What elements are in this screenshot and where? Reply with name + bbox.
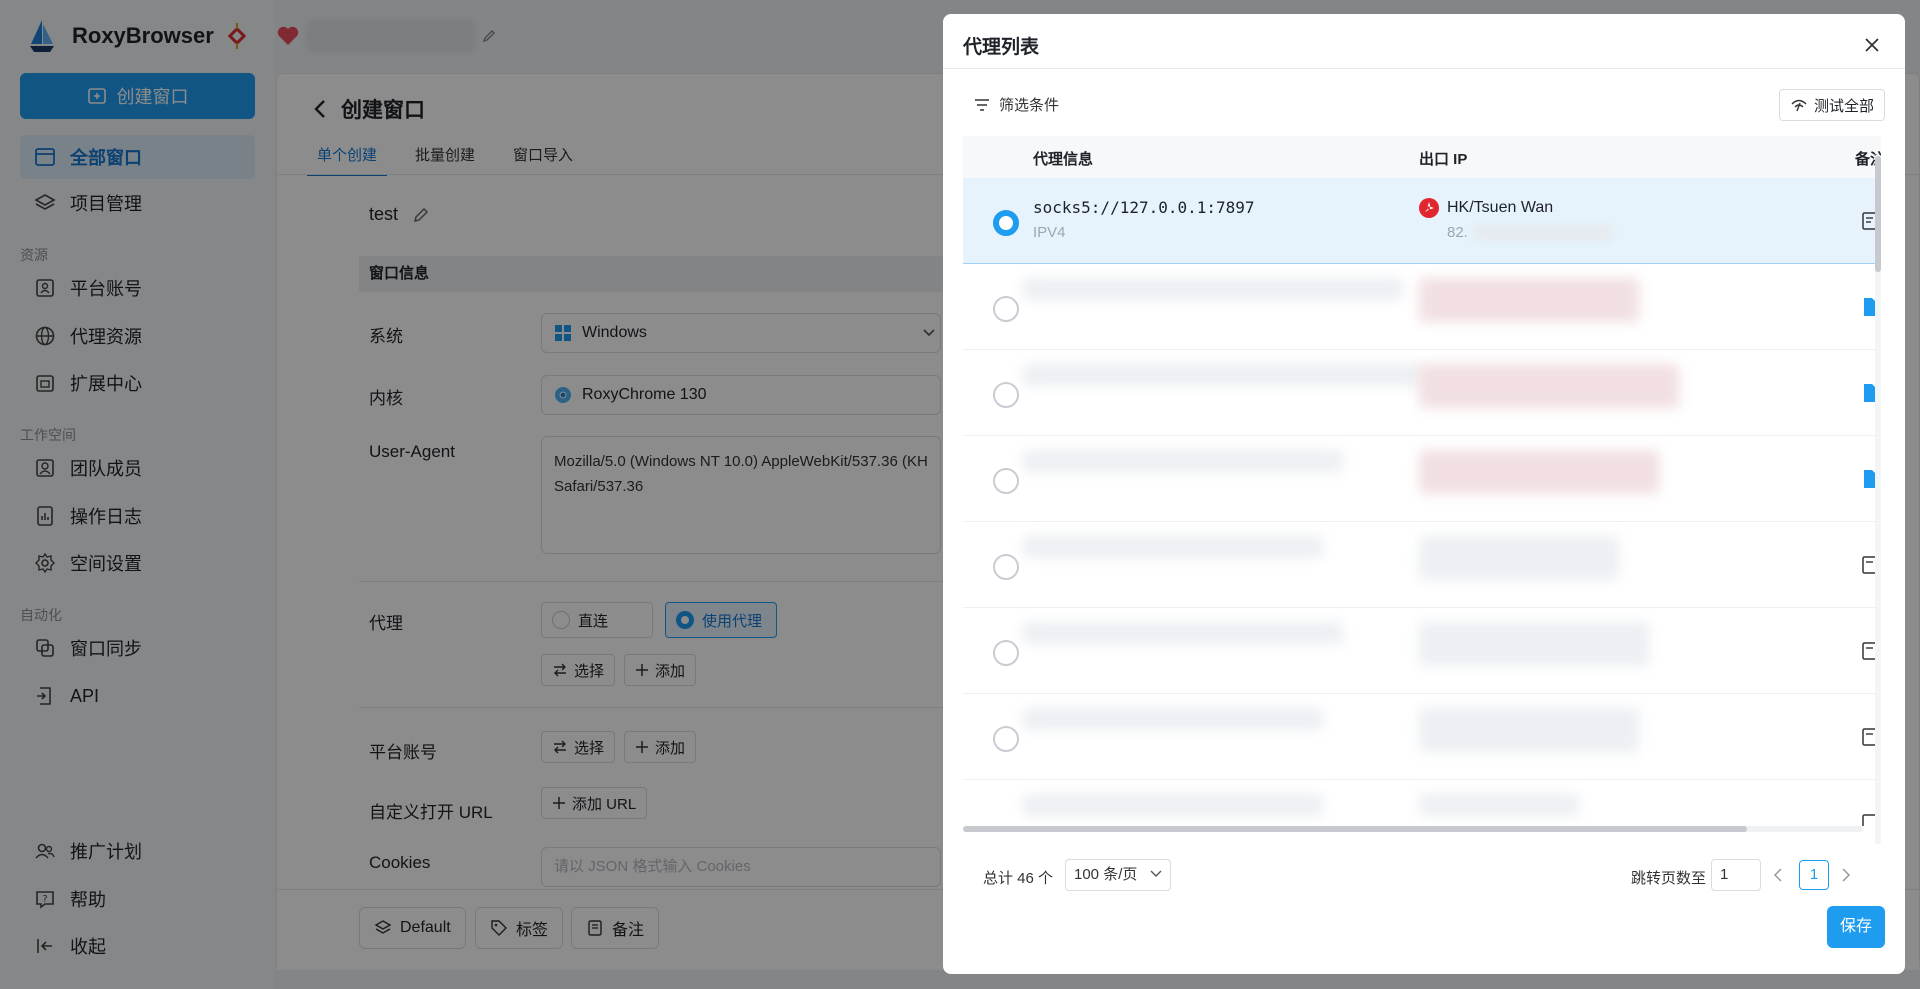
close-icon[interactable] — [1861, 34, 1883, 56]
blurred-content — [1419, 708, 1639, 752]
row-radio[interactable] — [993, 210, 1019, 236]
blurred-content — [1419, 622, 1649, 666]
chevron-left-icon[interactable] — [1773, 868, 1783, 882]
row-radio[interactable] — [993, 640, 1019, 666]
chevron-down-icon — [1150, 870, 1162, 877]
row-radio[interactable] — [993, 726, 1019, 752]
page-number-current[interactable]: 1 — [1799, 860, 1829, 890]
column-exit-ip: 出口 IP — [1419, 151, 1468, 168]
save-button[interactable]: 保存 — [1827, 906, 1885, 948]
blurred-content — [1419, 450, 1659, 494]
modal-header-divider — [943, 68, 1905, 69]
pagination: 总计 46 个 100 条/页 跳转页数至 1 1 — [983, 859, 1883, 893]
proxy-type: IPV4 — [1033, 224, 1066, 241]
table-row[interactable] — [963, 350, 1881, 436]
table-row[interactable] — [963, 522, 1881, 608]
blurred-content — [1419, 364, 1679, 408]
wifi-test-icon — [1791, 99, 1807, 112]
blurred-content — [1023, 708, 1323, 730]
table-row[interactable] — [963, 264, 1881, 350]
exit-location: HK/Tsuen Wan — [1447, 199, 1554, 216]
blurred-content — [1023, 536, 1323, 558]
blurred-content — [1023, 450, 1343, 472]
total-count: 总计 46 个 — [983, 870, 1054, 887]
test-all-label: 测试全部 — [1813, 97, 1874, 115]
row-radio[interactable] — [993, 382, 1019, 408]
proxy-table: 代理信息 出口 IP 备注 socks5://127.0.0.1:7897 IP… — [963, 136, 1881, 826]
table-row[interactable] — [963, 436, 1881, 522]
row-radio[interactable] — [993, 468, 1019, 494]
jump-page-input[interactable]: 1 — [1711, 859, 1761, 891]
ip-blurred — [1473, 224, 1613, 242]
blurred-content — [1419, 794, 1579, 816]
scrollbar-thumb[interactable] — [963, 826, 1747, 832]
filter-label: 筛选条件 — [999, 97, 1060, 114]
test-all-button[interactable]: 测试全部 — [1778, 89, 1885, 121]
blurred-content — [1419, 278, 1639, 322]
table-row-selected[interactable]: socks5://127.0.0.1:7897 IPV4 HK/Tsuen Wa… — [963, 178, 1881, 264]
table-row[interactable] — [963, 608, 1881, 694]
table-row[interactable] — [963, 694, 1881, 780]
exit-ip: 82. — [1447, 224, 1468, 241]
chevron-right-icon[interactable] — [1841, 868, 1851, 882]
blurred-content — [1419, 536, 1619, 580]
blurred-content — [1023, 622, 1343, 644]
vertical-scrollbar[interactable] — [1875, 154, 1881, 844]
scrollbar-thumb[interactable] — [1875, 156, 1881, 272]
blurred-content — [1023, 794, 1323, 816]
table-header: 代理信息 出口 IP 备注 — [963, 136, 1881, 178]
proxy-list-modal: 代理列表 筛选条件 测试全部 代理信息 出口 IP 备注 socks5://12… — [943, 14, 1905, 974]
horizontal-scrollbar[interactable] — [963, 826, 1863, 832]
table-row[interactable] — [963, 780, 1881, 826]
modal-title: 代理列表 — [963, 37, 1040, 58]
hong-kong-flag-icon — [1419, 198, 1439, 218]
proxy-address: socks5://127.0.0.1:7897 — [1033, 198, 1255, 217]
filter-icon — [975, 98, 989, 111]
row-radio[interactable] — [993, 296, 1019, 322]
blurred-content — [1023, 364, 1423, 386]
row-radio[interactable] — [993, 554, 1019, 580]
jump-label: 跳转页数至 — [1631, 870, 1707, 887]
blurred-content — [1023, 278, 1403, 300]
column-proxy-info: 代理信息 — [1033, 151, 1094, 168]
filter-button[interactable]: 筛选条件 — [973, 94, 1059, 115]
page-size-value: 100 条/页 — [1074, 866, 1138, 883]
page-size-select[interactable]: 100 条/页 — [1065, 859, 1171, 891]
